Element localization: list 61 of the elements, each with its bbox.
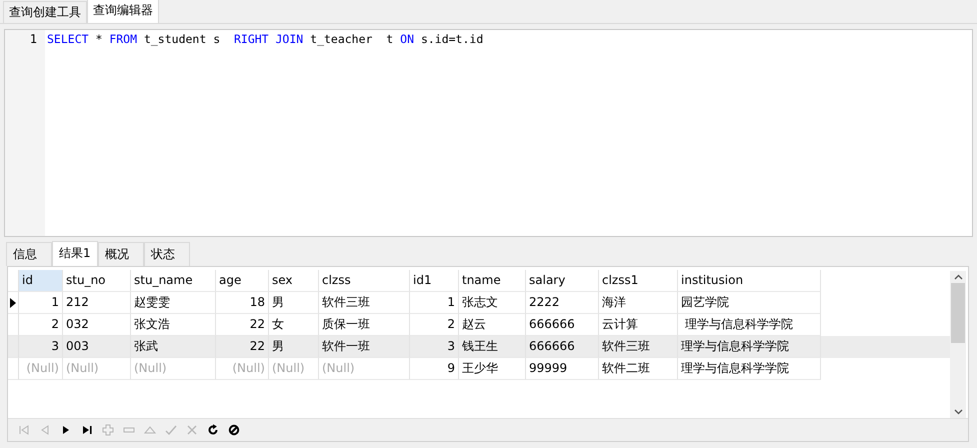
column-header[interactable]: clzss1	[599, 270, 678, 292]
table-cell: 理学与信息科学学院	[678, 336, 821, 358]
table-cell: 9	[410, 358, 459, 380]
table-cell: (Null)	[319, 358, 410, 380]
column-header[interactable]: stu_no	[63, 270, 131, 292]
column-header[interactable]: id	[19, 270, 63, 292]
column-header[interactable]: salary	[526, 270, 599, 292]
table-cell: 1	[410, 292, 459, 314]
table-cell: 212	[63, 292, 131, 314]
table-cell: 王少华	[459, 358, 526, 380]
code-line: SELECT * FROM t_student s RIGHT JOIN t_teacher t ON s.id=t.id	[47, 32, 484, 47]
column-header[interactable]: institusion	[678, 270, 821, 292]
column-header[interactable]: tname	[459, 270, 526, 292]
table-cell: 666666	[526, 336, 599, 358]
tab[interactable]: 结果1	[52, 241, 98, 266]
table-cell: 18	[216, 292, 269, 314]
tab[interactable]: 概况	[98, 242, 144, 266]
tab[interactable]: 状态	[144, 242, 190, 266]
table-cell: (Null)	[19, 358, 63, 380]
sql-editor[interactable]: 1 SELECT * FROM t_student s RIGHT JOIN t_teacher t ON s.id=t.id	[4, 29, 973, 237]
last-record-icon[interactable]	[81, 424, 93, 436]
table-cell: 软件三班	[599, 336, 678, 358]
refresh-icon[interactable]	[207, 424, 219, 436]
table-cell: 钱王生	[459, 336, 526, 358]
row-selector[interactable]	[8, 292, 19, 314]
table-cell: 003	[63, 336, 131, 358]
scroll-up-icon[interactable]	[954, 274, 962, 280]
column-header[interactable]: sex	[269, 270, 319, 292]
table-cell: 22	[216, 336, 269, 358]
table-cell: 海洋	[599, 292, 678, 314]
column-header[interactable]: clzss	[319, 270, 410, 292]
stop-icon[interactable]	[228, 424, 240, 436]
table-cell: 软件二班	[599, 358, 678, 380]
table-cell: 软件一班	[319, 336, 410, 358]
table-cell: (Null)	[131, 358, 216, 380]
table-cell: 2222	[526, 292, 599, 314]
scroll-down-icon[interactable]	[954, 409, 962, 415]
table-cell: 张志文	[459, 292, 526, 314]
table-cell: 园艺学院	[678, 292, 821, 314]
line-number: 1	[30, 32, 37, 47]
row-pointer-icon	[10, 298, 16, 308]
table-cell: (Null)	[269, 358, 319, 380]
tab[interactable]: 查询编辑器	[87, 0, 159, 23]
table-cell: 赵雯雯	[131, 292, 216, 314]
tab[interactable]: 查询创建工具	[3, 1, 87, 23]
column-header[interactable]: id1	[410, 270, 459, 292]
table-cell: 3	[19, 336, 63, 358]
column-header[interactable]: age	[216, 270, 269, 292]
table-cell: 理学与信息科学学院	[678, 358, 821, 380]
table-cell: (Null)	[216, 358, 269, 380]
table-cell: 男	[269, 292, 319, 314]
table-cell: 3	[410, 336, 459, 358]
table-cell: (Null)	[63, 358, 131, 380]
table-cell: 1	[19, 292, 63, 314]
vertical-scrollbar[interactable]	[950, 271, 966, 418]
column-header[interactable]: stu_name	[131, 270, 216, 292]
table-cell: 软件三班	[319, 292, 410, 314]
table-cell: 张武	[131, 336, 216, 358]
table-cell: 男	[269, 336, 319, 358]
table-cell: 99999	[526, 358, 599, 380]
tab[interactable]: 信息	[6, 242, 52, 266]
